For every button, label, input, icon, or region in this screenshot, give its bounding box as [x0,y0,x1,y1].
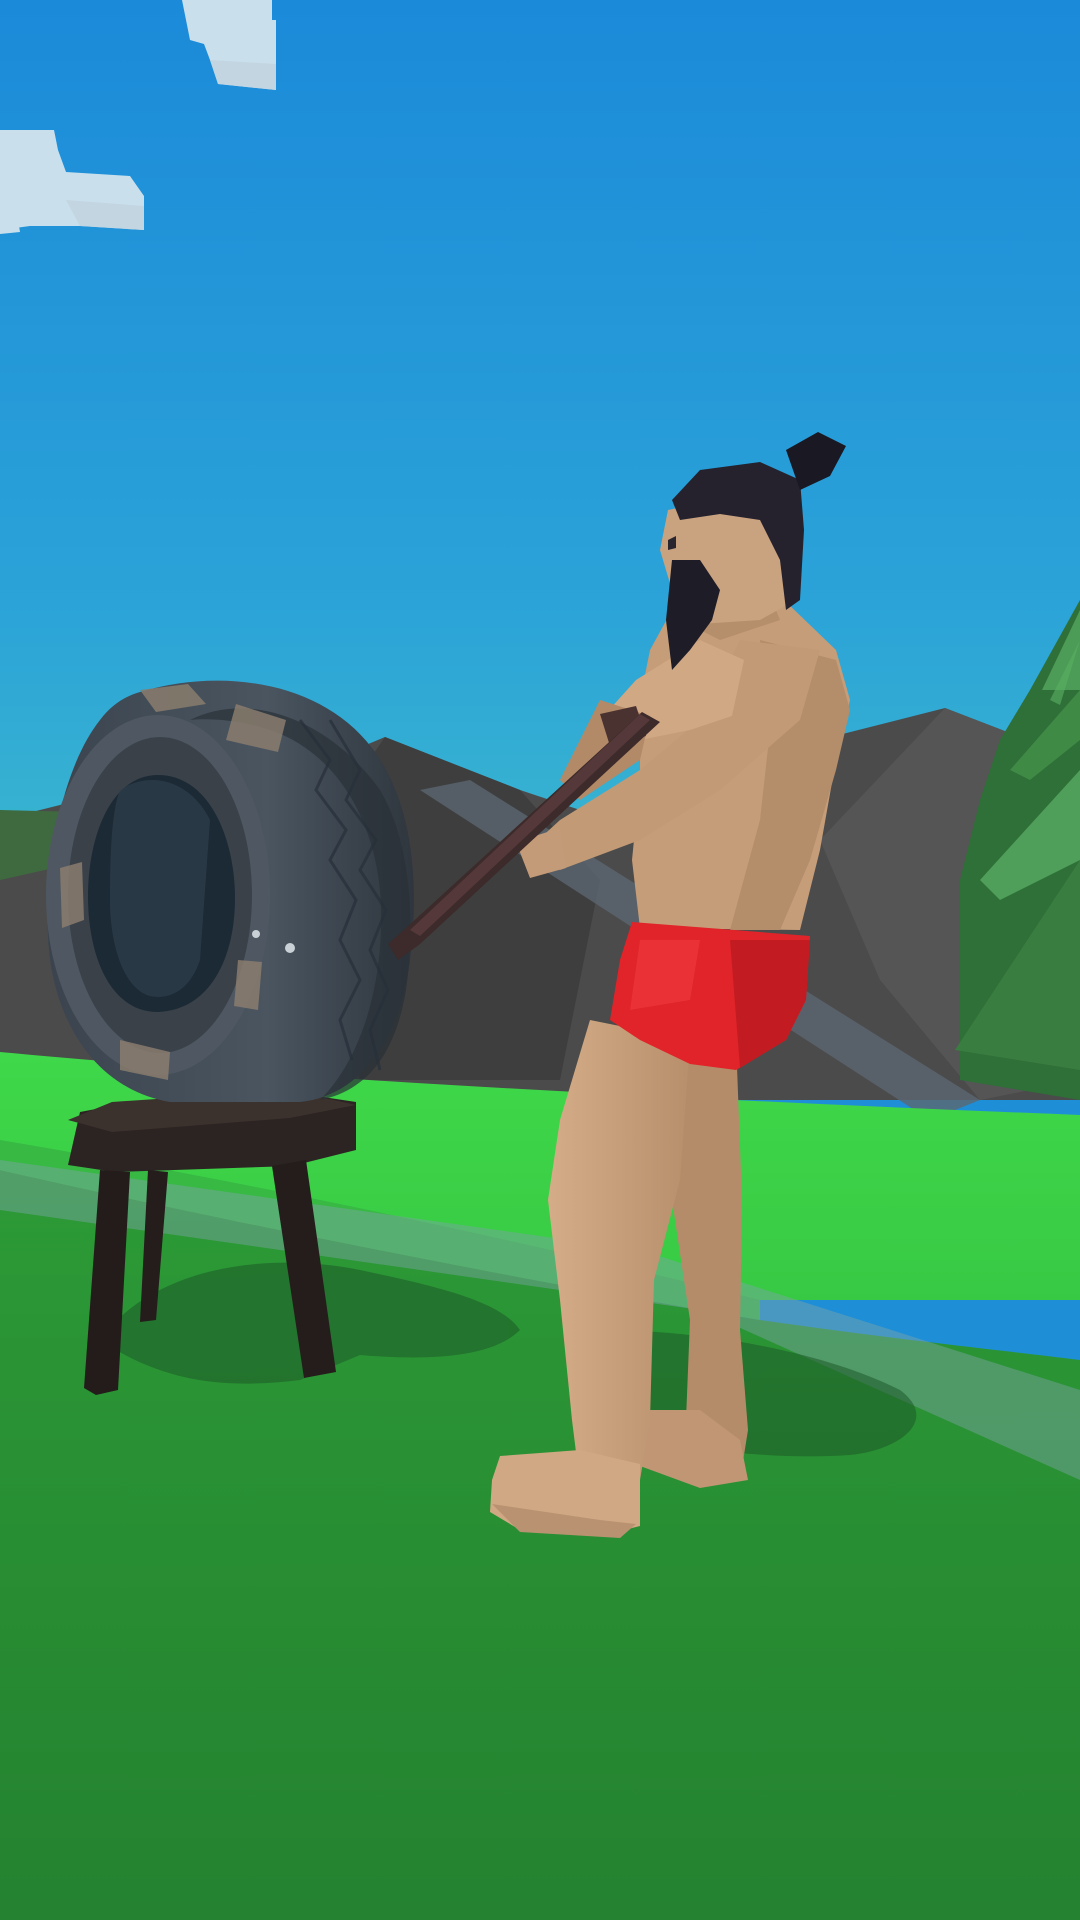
game-scene[interactable] [0,0,1080,1920]
game-viewport[interactable] [0,0,1080,1920]
tire-bolt-icon [285,943,295,953]
tire-target-icon[interactable] [46,680,414,1102]
